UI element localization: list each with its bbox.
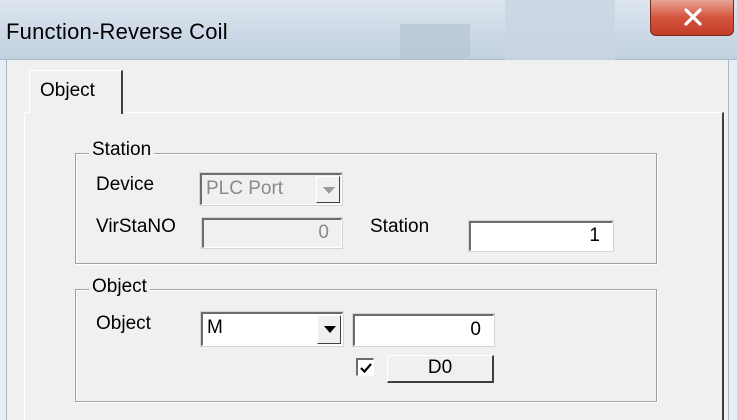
close-icon — [684, 8, 702, 26]
virstano-label: VirStaNO — [96, 216, 176, 237]
station-group-legend: Station — [89, 139, 155, 161]
background-window-fragment — [505, 0, 615, 60]
checkmark-icon — [360, 363, 372, 374]
chevron-down-icon — [324, 326, 336, 333]
object-address-field[interactable]: 0 — [353, 314, 494, 346]
object-type-select[interactable]: M — [201, 312, 343, 346]
address-checkbox[interactable] — [356, 358, 374, 376]
address-button[interactable]: D0 — [387, 355, 494, 383]
close-button[interactable] — [650, 0, 734, 36]
device-label: Device — [96, 174, 155, 195]
object-label: Object — [96, 313, 151, 334]
object-type-dropdown-button[interactable] — [317, 315, 341, 344]
chevron-down-icon — [323, 187, 335, 194]
background-window-fragment — [400, 24, 470, 60]
device-dropdown-button — [316, 176, 340, 203]
station-label: Station — [370, 216, 430, 237]
object-type-value: M — [207, 317, 223, 338]
object-group-legend: Object — [89, 276, 150, 298]
station-field[interactable]: 1 — [469, 221, 613, 251]
virstano-field: 0 — [202, 218, 342, 248]
device-select: PLC Port — [200, 173, 342, 205]
window-title: Function-Reverse Coil — [6, 19, 228, 44]
tab-object-label: Object — [40, 80, 95, 101]
title-bar: Function-Reverse Coil — [0, 0, 737, 60]
tab-object[interactable]: Object — [29, 70, 123, 114]
device-select-value: PLC Port — [206, 178, 284, 199]
